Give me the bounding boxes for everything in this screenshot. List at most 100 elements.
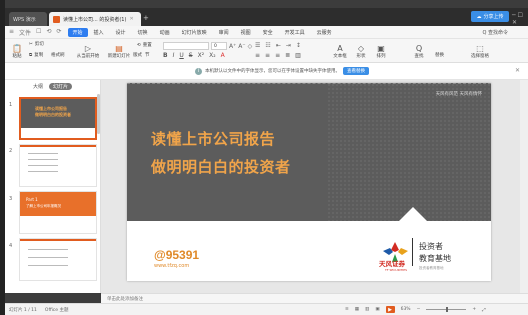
copy-button[interactable]: ⧉ 复制 — [29, 52, 43, 58]
paragraph-controls: ☰ ☷ ⇤ ⇥ ↕ — [255, 42, 301, 49]
menu-home[interactable]: 开始 — [67, 27, 88, 37]
layout-label: 版式 — [133, 53, 142, 58]
align-right-icon[interactable]: ≡ — [275, 52, 280, 59]
replace-button[interactable]: 替换 — [435, 52, 444, 58]
zoom-slider[interactable] — [426, 307, 467, 312]
strikethrough-icon[interactable]: S — [189, 52, 193, 59]
reset-button[interactable]: ⟲ 重置 — [137, 42, 152, 49]
thumb-line — [28, 159, 58, 160]
zoom-out-icon[interactable]: − — [417, 307, 421, 312]
window-controls[interactable]: ─ ☐ ✕ — [512, 12, 528, 26]
copy-label: 复制 — [34, 53, 44, 58]
slide-title-line1[interactable]: 读懂上市公司报告 — [151, 128, 275, 149]
menu-view[interactable]: 视图 — [235, 29, 257, 36]
edu-base-line1: 投资者 — [419, 242, 443, 251]
current-slide[interactable]: 天风有风范 天风有情怀 读懂上市公司报告 做明明白白的投资者 @95391 ww… — [127, 83, 491, 281]
panel-scrollbar[interactable] — [97, 94, 100, 134]
thumb-line — [28, 257, 68, 258]
align-center-icon[interactable]: ≡ — [265, 52, 270, 59]
save-icon[interactable]: ☐ — [36, 28, 41, 37]
view-replace-button[interactable]: 查看替换 — [343, 67, 369, 75]
layout-button[interactable]: 版式 — [133, 52, 142, 58]
shape-button[interactable]: ◇ 形状 — [353, 41, 369, 61]
file-menu[interactable]: 文件 — [19, 28, 31, 37]
menu-slideshow[interactable]: 幻灯片放映 — [176, 29, 213, 36]
format-painter-button[interactable]: 格式刷 — [51, 52, 65, 58]
text-box-icon: A — [337, 43, 343, 53]
theme-name: Office 主题 — [44, 308, 69, 313]
tab-document[interactable]: 读懂上市公司... 的投资者(1) ✕ — [49, 12, 141, 26]
new-slide-button[interactable]: ▤ 新建幻灯片 — [107, 41, 131, 61]
zoom-in-icon[interactable]: + — [472, 307, 476, 312]
menu-insert[interactable]: 插入 — [88, 29, 110, 36]
font-size-select[interactable]: 0 — [211, 42, 227, 50]
menu-developer[interactable]: 开发工具 — [279, 29, 311, 36]
redo-icon[interactable]: ⟳ — [56, 28, 61, 37]
justify-icon[interactable]: ≣ — [285, 52, 290, 59]
underline-icon[interactable]: U — [179, 52, 183, 59]
scissors-icon: ✂ — [29, 41, 33, 47]
close-tab-icon[interactable]: ✕ — [129, 16, 133, 22]
menu-animation[interactable]: 动画 — [154, 29, 176, 36]
section-button[interactable]: 节 — [145, 52, 150, 58]
numbered-list-icon[interactable]: ☷ — [265, 42, 270, 49]
bullet-list-icon[interactable]: ☰ — [255, 42, 260, 49]
columns-icon[interactable]: ▥ — [295, 52, 301, 59]
tab-slides[interactable]: 幻灯片 — [49, 83, 73, 90]
menu-cloud[interactable]: 云服务 — [311, 29, 338, 36]
thumb-line — [28, 265, 68, 266]
italic-icon[interactable]: I — [173, 52, 175, 59]
slideshow-icon: ▷ — [84, 43, 92, 53]
normal-view-icon[interactable]: ▦ — [355, 307, 359, 312]
align-left-icon[interactable]: ≡ — [255, 52, 260, 59]
sorter-view-icon[interactable]: ▥ — [365, 307, 369, 312]
selection-pane-button[interactable]: ⬚ 选择窗格 — [469, 41, 491, 61]
cut-button[interactable]: ✂ 剪切 — [29, 41, 44, 48]
line-spacing-icon[interactable]: ↕ — [296, 42, 301, 49]
clear-format-icon[interactable]: ◇ — [248, 43, 253, 50]
decrease-indent-icon[interactable]: ⇤ — [276, 42, 281, 49]
status-bar: 幻灯片 1 / 11 Office 主题 ≡ ▦ ▥ ▣ ▶ 63% − + ⤢ — [5, 303, 528, 315]
increase-indent-icon[interactable]: ⇥ — [286, 42, 291, 49]
menu-icon[interactable]: ≡ — [9, 28, 14, 37]
undo-icon[interactable]: ⟲ — [46, 28, 51, 37]
superscript-icon[interactable]: X² — [198, 52, 205, 59]
panel-tabs: 大纲 幻灯片 — [33, 83, 73, 90]
menu-review[interactable]: 审阅 — [213, 29, 235, 36]
shrink-font-icon[interactable]: A⁻ — [238, 43, 245, 50]
menu-bar: ≡ 文件 ☐ ⟲ ⟳ 开始 插入 设计 切换 动画 幻灯片放映 审阅 视图 安全… — [5, 26, 528, 39]
paste-button[interactable]: 📋 粘贴 — [9, 41, 25, 61]
hotline-number: @95391 — [154, 248, 200, 262]
subscript-icon[interactable]: X₂ — [209, 52, 216, 59]
grow-font-icon[interactable]: A⁺ — [229, 43, 236, 50]
new-tab-icon[interactable]: + — [143, 14, 149, 22]
text-box-button[interactable]: A 文本框 — [331, 41, 349, 61]
menu-transition[interactable]: 切换 — [132, 29, 154, 36]
arrange-button[interactable]: ▣ 排列 — [373, 41, 389, 61]
zoom-thumb[interactable] — [446, 307, 449, 312]
play-slideshow-icon[interactable]: ▶ — [385, 306, 395, 313]
slide-title-line2[interactable]: 做明明白白的投资者 — [151, 156, 291, 177]
close-notice-icon[interactable]: ✕ — [515, 67, 520, 74]
menu-security[interactable]: 安全 — [257, 29, 279, 36]
share-upload-button[interactable]: ☁ 分享上传 — [471, 11, 509, 22]
notes-pane[interactable]: 单击此处添加备注 — [101, 293, 528, 303]
command-search[interactable]: Q 查找命令 — [482, 29, 508, 36]
slide-thumbnail-4[interactable] — [19, 238, 97, 281]
reading-view-icon[interactable]: ▣ — [375, 307, 379, 312]
slide-thumbnail-3[interactable]: Part 1 了解上市公司年报概况 — [19, 191, 97, 234]
notes-view-icon[interactable]: ≡ — [345, 307, 349, 312]
slide-counter: 幻灯片 1 / 11 — [9, 308, 37, 313]
menu-design[interactable]: 设计 — [110, 29, 132, 36]
vertical-scrollbar[interactable] — [520, 80, 528, 293]
slide-thumbnail-2[interactable] — [19, 144, 97, 187]
find-button[interactable]: Q 查找 — [411, 41, 427, 61]
tab-home[interactable]: WPS 演示 — [9, 12, 47, 26]
bold-icon[interactable]: B — [163, 52, 168, 59]
tab-outline[interactable]: 大纲 — [33, 83, 43, 90]
from-start-button[interactable]: ▷ 从当前开始 — [73, 41, 103, 61]
slide-thumbnail-1[interactable]: 读懂上市公司报告 做明明白白的投资者 — [19, 97, 97, 140]
fit-window-icon[interactable]: ⤢ — [482, 307, 486, 313]
font-color-icon[interactable]: A — [221, 52, 225, 59]
font-family-select[interactable] — [163, 42, 209, 50]
